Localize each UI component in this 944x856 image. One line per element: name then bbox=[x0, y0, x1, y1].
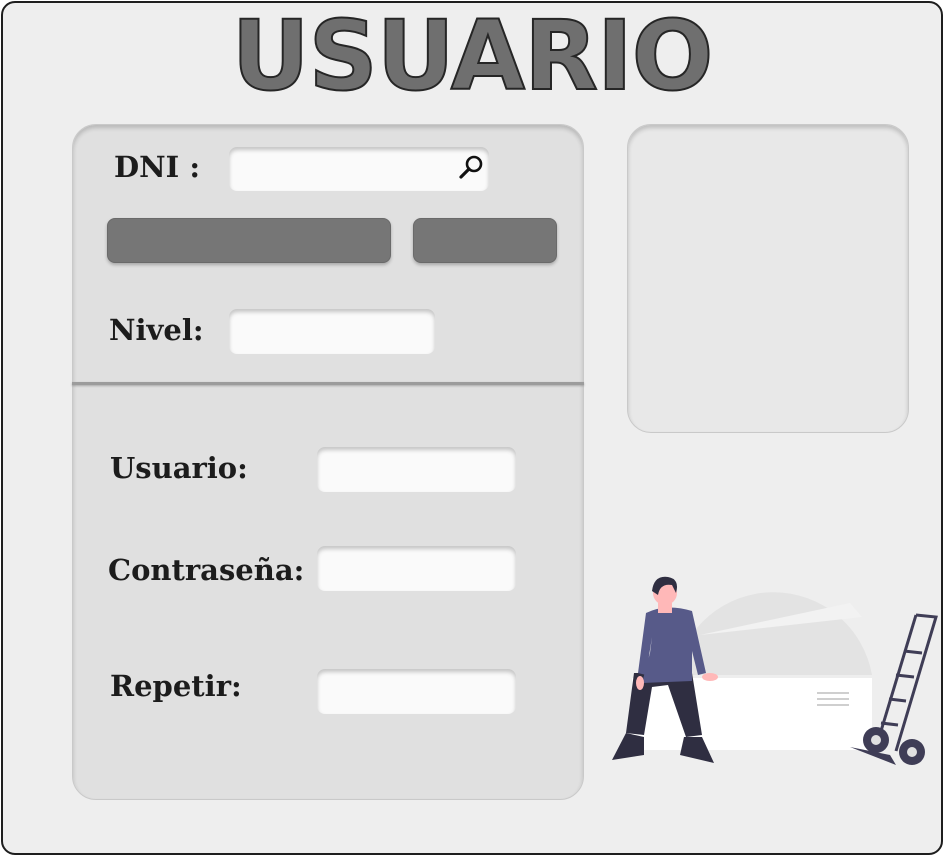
nivel-input[interactable] bbox=[229, 309, 435, 354]
repetir-input[interactable] bbox=[317, 669, 516, 714]
user-photo-box[interactable] bbox=[627, 124, 909, 433]
search-icon[interactable] bbox=[458, 153, 486, 181]
dni-label: DNI : bbox=[114, 150, 201, 184]
usuario-input[interactable] bbox=[317, 447, 516, 492]
nivel-label: Nivel: bbox=[109, 313, 204, 347]
usuario-label: Usuario: bbox=[110, 451, 248, 485]
secondary-action-button[interactable] bbox=[413, 218, 557, 263]
contrasena-input[interactable] bbox=[317, 546, 516, 591]
moving-person-illustration bbox=[612, 576, 938, 765]
primary-action-button[interactable] bbox=[107, 218, 391, 263]
page-title: USUARIO bbox=[231, 0, 715, 112]
dni-input[interactable] bbox=[229, 147, 489, 191]
form-divider bbox=[72, 382, 584, 385]
repetir-label: Repetir: bbox=[110, 669, 242, 703]
contrasena-label: Contraseña: bbox=[108, 553, 305, 587]
